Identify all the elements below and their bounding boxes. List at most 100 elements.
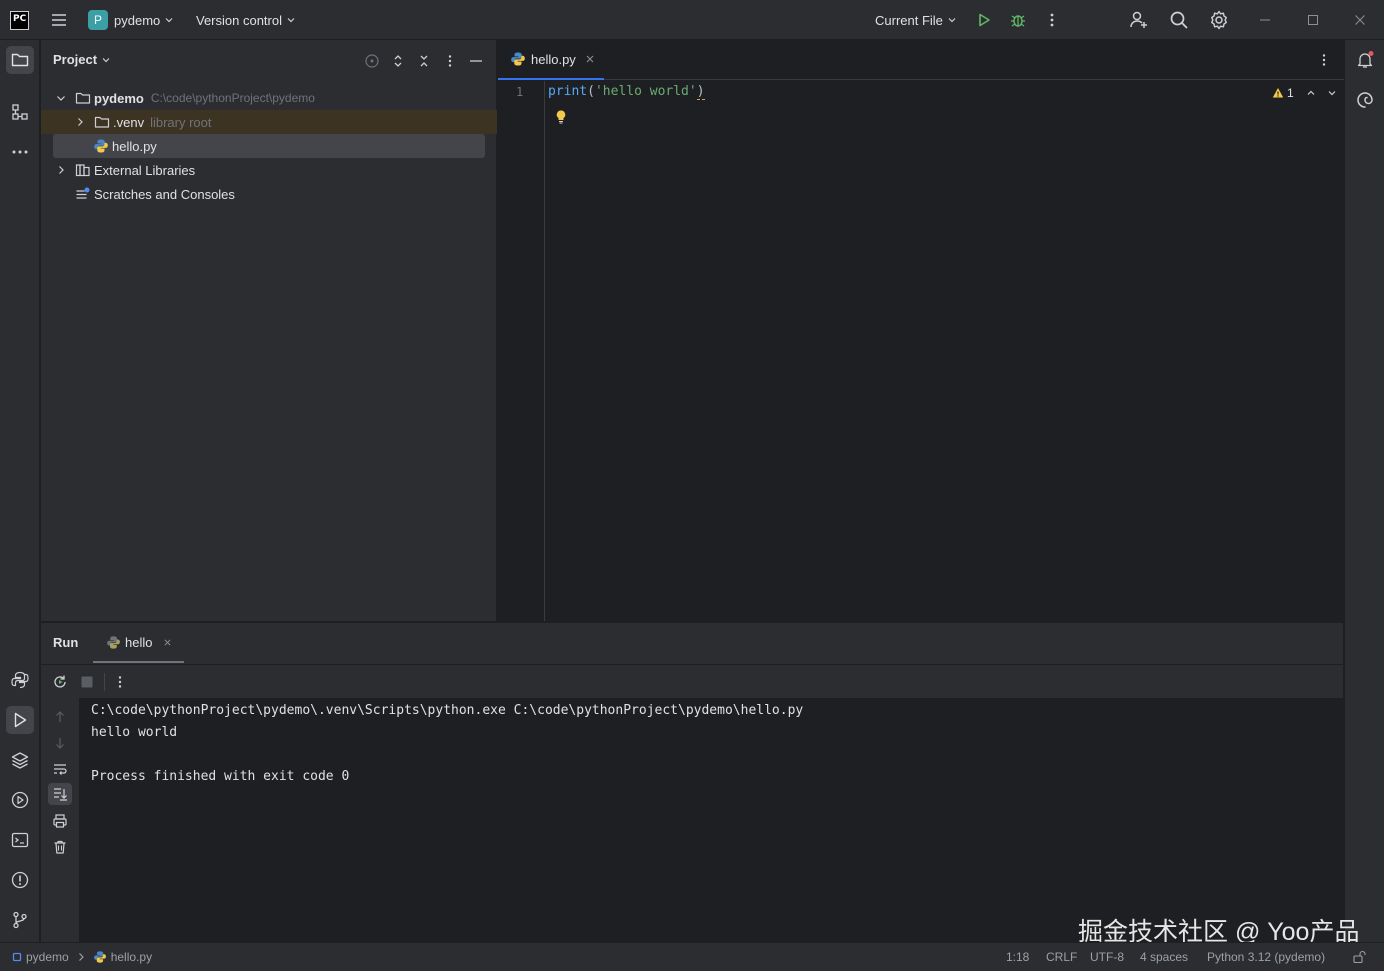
settings-button[interactable] xyxy=(1209,0,1229,40)
run-toolbar xyxy=(41,664,1343,698)
chevron-up-icon[interactable] xyxy=(1306,88,1316,98)
notifications-button[interactable] xyxy=(1351,46,1379,74)
project-options-button[interactable] xyxy=(442,53,458,69)
run-button[interactable] xyxy=(975,0,993,40)
python-packages-button[interactable] xyxy=(6,746,34,774)
hide-panel-button[interactable] xyxy=(468,53,484,69)
editor-gutter: 1 xyxy=(498,81,545,621)
chevron-right-icon xyxy=(59,166,64,174)
stop-button[interactable] xyxy=(80,675,94,689)
python-console-button[interactable] xyxy=(6,666,34,694)
intention-bulb-button[interactable] xyxy=(554,109,568,125)
project-panel-title-label: Project xyxy=(53,52,98,67)
add-user-icon xyxy=(1130,11,1147,28)
tree-item-external-libraries[interactable]: External Libraries xyxy=(41,158,497,182)
ai-assistant-button[interactable] xyxy=(1351,86,1379,114)
debug-bug-icon xyxy=(1011,15,1025,27)
arrow-up-icon xyxy=(56,711,64,722)
collapse-all-button[interactable] xyxy=(416,53,432,69)
breadcrumb-file[interactable]: hello.py xyxy=(111,950,152,964)
project-name: pydemo xyxy=(114,12,161,28)
run-tool-button[interactable] xyxy=(6,706,34,734)
chevron-down-icon xyxy=(948,18,956,23)
python-file-icon xyxy=(107,635,120,649)
run-console-output[interactable]: C:\code\pythonProject\pydemo\.venv\Scrip… xyxy=(79,698,1343,943)
expand-all-button[interactable] xyxy=(390,53,406,69)
line-ending-selector[interactable]: CRLF xyxy=(1046,943,1077,971)
breadcrumb: pydemo hello.py xyxy=(12,943,152,971)
breadcrumb-project[interactable]: pydemo xyxy=(26,950,69,964)
project-switcher[interactable]: P pydemo xyxy=(88,0,174,40)
python-console-icon xyxy=(11,671,29,689)
code-with-me-button[interactable] xyxy=(1129,0,1149,40)
editor-tab-hello-py[interactable]: hello.py xyxy=(498,40,604,80)
interpreter-selector[interactable]: Python 3.12 (pydemo) xyxy=(1207,943,1325,971)
debug-button[interactable] xyxy=(1009,0,1027,40)
printer-icon xyxy=(53,814,67,828)
project-panel-title[interactable]: Project xyxy=(53,52,111,67)
version-control-label: Version control xyxy=(196,12,282,28)
structure-tool-button[interactable] xyxy=(6,98,34,126)
services-tool-button[interactable] xyxy=(6,786,34,814)
run-options-button[interactable] xyxy=(113,674,127,690)
read-only-toggle[interactable] xyxy=(1352,943,1366,971)
scroll-up-button[interactable] xyxy=(52,709,68,725)
close-tab-icon[interactable] xyxy=(585,54,595,64)
scroll-to-end-button[interactable] xyxy=(48,783,72,805)
toolbar-separator xyxy=(104,673,105,691)
run-tab-hello[interactable]: hello xyxy=(93,623,184,663)
more-horizontal-icon xyxy=(12,150,28,154)
search-everywhere-button[interactable] xyxy=(1169,0,1189,40)
layers-icon xyxy=(11,752,29,769)
maximize-window-button[interactable] xyxy=(1306,0,1320,40)
kebab-menu-icon xyxy=(118,676,122,688)
hamburger-menu-icon xyxy=(52,14,66,26)
chevron-down-icon[interactable] xyxy=(1327,88,1337,98)
encoding-selector[interactable]: UTF-8 xyxy=(1090,943,1124,971)
services-icon xyxy=(11,791,29,809)
code-paren-open: ( xyxy=(587,84,595,99)
caret-position[interactable]: 1:18 xyxy=(1006,943,1029,971)
tree-item-scratches[interactable]: Scratches and Consoles xyxy=(41,182,497,206)
git-tool-button[interactable] xyxy=(6,906,34,934)
run-configuration-selector[interactable]: Current File xyxy=(875,0,957,40)
soft-wrap-button[interactable] xyxy=(52,761,68,777)
run-panel-title: Run xyxy=(53,635,79,650)
console-line: C:\code\pythonProject\pydemo\.venv\Scrip… xyxy=(91,703,804,718)
rerun-button[interactable] xyxy=(52,674,68,690)
maximize-icon xyxy=(1308,15,1318,25)
chevron-down-icon xyxy=(57,96,65,101)
inspection-widget[interactable]: 1 xyxy=(1272,86,1337,100)
select-opened-file-button[interactable] xyxy=(364,53,380,69)
close-tab-icon[interactable] xyxy=(163,638,172,647)
indent-selector[interactable]: 4 spaces xyxy=(1140,943,1188,971)
main-menu-button[interactable] xyxy=(50,0,68,40)
more-actions-button[interactable] xyxy=(1045,0,1059,40)
more-tool-windows-button[interactable] xyxy=(6,138,34,166)
chevron-right-icon xyxy=(78,118,83,126)
soft-wrap-icon xyxy=(54,764,67,775)
tree-item-pydemo[interactable]: pydemo C:\code\pythonProject\pydemo xyxy=(41,86,497,110)
clear-console-button[interactable] xyxy=(52,839,68,855)
version-control-menu[interactable]: Version control xyxy=(196,0,296,40)
tree-item-venv[interactable]: .venv library root xyxy=(41,110,497,134)
unlock-icon xyxy=(1353,950,1366,964)
code-line-1[interactable]: print('hello world') xyxy=(548,84,705,100)
app-logo[interactable]: PC xyxy=(10,0,29,40)
run-play-icon xyxy=(979,13,990,27)
kebab-menu-icon xyxy=(448,55,452,67)
scroll-down-button[interactable] xyxy=(52,735,68,751)
problems-tool-button[interactable] xyxy=(6,866,34,894)
editor-tab-options-button[interactable] xyxy=(1317,52,1331,68)
close-window-button[interactable] xyxy=(1353,0,1367,40)
minimize-window-button[interactable] xyxy=(1258,0,1272,40)
title-bar: PC P pydemo Version control Current File xyxy=(0,0,1384,40)
tree-item-hello-py[interactable]: hello.py xyxy=(53,134,485,158)
project-tool-button[interactable] xyxy=(6,46,34,74)
gear-icon xyxy=(1211,10,1227,30)
print-button[interactable] xyxy=(52,813,68,829)
terminal-tool-button[interactable] xyxy=(6,826,34,854)
library-icon xyxy=(75,164,90,177)
code-paren-close: ) xyxy=(696,84,705,100)
problems-icon xyxy=(11,871,29,889)
